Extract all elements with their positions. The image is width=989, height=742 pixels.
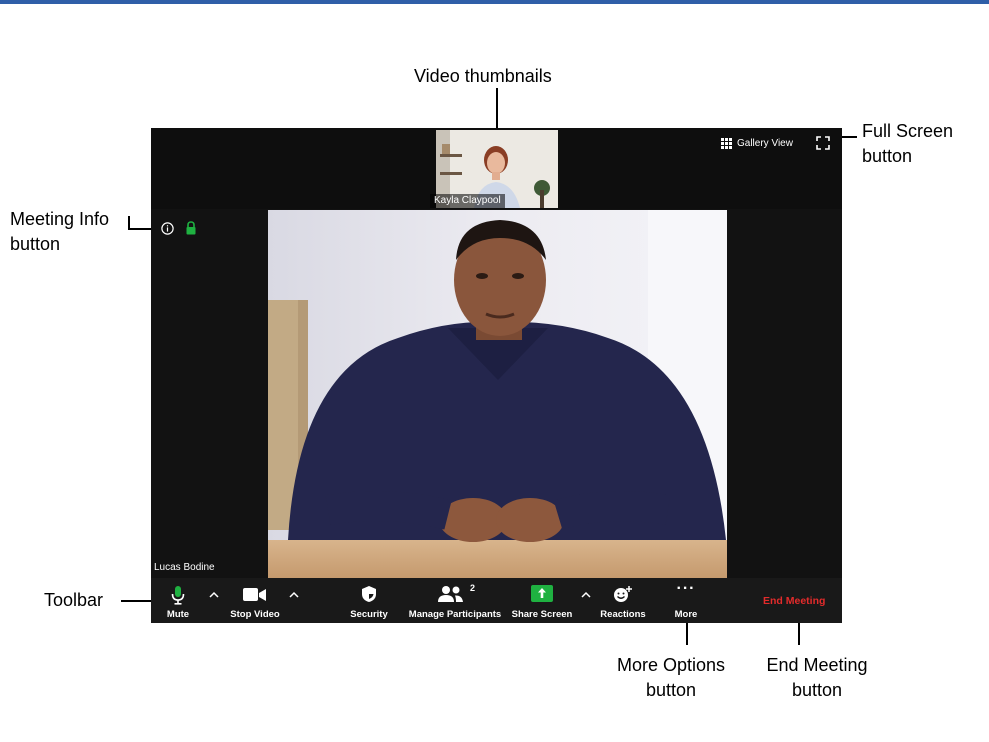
end-meeting-button[interactable]: End Meeting (763, 595, 825, 607)
callout-toolbar: Toolbar (44, 590, 104, 610)
more-icon: ··· (676, 580, 696, 597)
reactions-label: Reactions (600, 609, 646, 620)
gallery-grid-icon (721, 137, 732, 149)
share-screen-label: Share Screen (511, 609, 573, 620)
caret-up-icon[interactable] (289, 591, 299, 599)
more-button[interactable]: ··· More (669, 578, 703, 623)
participants-icon (438, 586, 463, 602)
callout-end-meeting-line1: End Meeting (766, 655, 868, 675)
callout-line-toolbar (121, 600, 151, 602)
reaction-icon (614, 586, 632, 602)
callout-video-thumbnails: Video thumbnails (414, 66, 552, 86)
callout-line-end-meeting (798, 623, 800, 645)
speaker-name: Lucas Bodine (154, 562, 215, 573)
speaker-image (268, 210, 727, 578)
callout-end-meeting: End Meeting button (752, 653, 882, 703)
gallery-view-button[interactable]: Gallery View (721, 134, 793, 152)
callout-full-screen-line1: Full Screen (862, 121, 954, 141)
callout-more-options-line1: More Options (616, 655, 726, 675)
callout-line-more-options (686, 623, 688, 645)
stop-video-button[interactable]: Stop Video (226, 578, 284, 623)
share-screen-icon (531, 585, 553, 602)
callout-more-options: More Options button (606, 653, 736, 703)
callout-meeting-info-line2: button (10, 234, 61, 254)
microphone-icon (171, 586, 185, 605)
top-accent-bar (0, 0, 989, 4)
callout-end-meeting-line2: button (791, 680, 843, 700)
more-label: More (674, 609, 698, 620)
caret-up-icon[interactable] (581, 591, 591, 599)
participants-label: Manage Participants (408, 609, 502, 620)
active-speaker-video (268, 210, 727, 578)
video-camera-icon (243, 588, 266, 601)
thumbnail-name: Kayla Claypool (430, 194, 505, 208)
mute-button[interactable]: Mute (162, 578, 194, 623)
info-icon[interactable] (161, 222, 174, 235)
fullscreen-icon[interactable] (816, 136, 830, 150)
manage-participants-button[interactable]: 2 Manage Participants (408, 578, 502, 623)
callout-full-screen: Full Screen button (862, 119, 953, 169)
callout-meeting-info: Meeting Info button (10, 207, 109, 257)
reactions-button[interactable]: Reactions (600, 578, 646, 623)
security-label: Security (350, 609, 388, 620)
callout-full-screen-line2: button (862, 146, 913, 166)
share-screen-button[interactable]: Share Screen (511, 578, 573, 623)
security-button[interactable]: Security (347, 578, 391, 623)
participants-count-badge: 2 (470, 583, 476, 593)
callout-line-video-thumbnails (496, 88, 498, 130)
stop-video-label: Stop Video (230, 609, 280, 620)
caret-up-icon[interactable] (209, 591, 219, 599)
callout-meeting-info-line1: Meeting Info (10, 209, 110, 229)
meeting-window: Kayla Claypool Gallery View Lucas Bodine… (151, 128, 842, 623)
lock-icon[interactable] (185, 221, 197, 235)
mute-label: Mute (166, 609, 190, 620)
meeting-toolbar: Mute Stop Video Security 2 Manage Partic… (151, 578, 842, 623)
participants-icon-wrap: 2 (430, 583, 480, 605)
shield-icon (362, 586, 376, 602)
gallery-view-label: Gallery View (737, 137, 793, 149)
callout-more-options-line2: button (645, 680, 697, 700)
